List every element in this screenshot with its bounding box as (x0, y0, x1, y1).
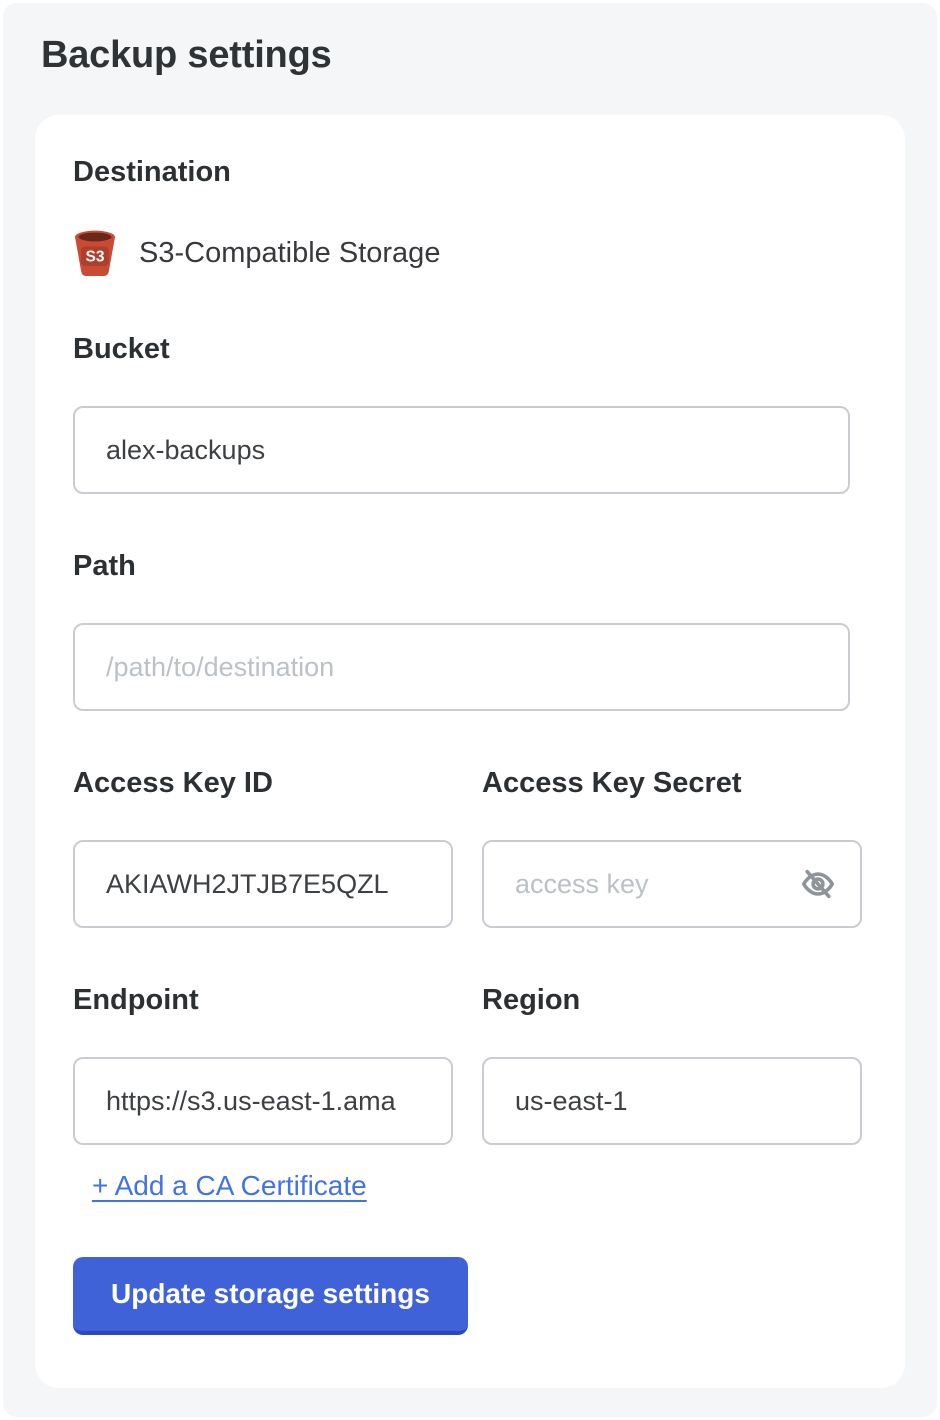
toggle-secret-visibility-button[interactable] (796, 862, 840, 906)
endpoint-region-row: Endpoint Region (73, 983, 862, 1145)
path-input[interactable] (73, 623, 850, 711)
s3-bucket-icon: S3 (73, 229, 117, 277)
bucket-input[interactable] (73, 406, 850, 494)
bucket-label: Bucket (73, 332, 850, 366)
access-key-id-input[interactable] (73, 840, 453, 928)
access-key-id-label: Access Key ID (73, 766, 453, 800)
backup-settings-card: Destination S3 S3-Compatible Storage Buc… (35, 115, 905, 1388)
update-storage-settings-button[interactable]: Update storage settings (73, 1257, 468, 1335)
page-title: Backup settings (41, 33, 937, 77)
endpoint-input[interactable] (73, 1057, 453, 1145)
add-ca-certificate-link[interactable]: + Add a CA Certificate (92, 1169, 367, 1203)
access-key-secret-field (482, 840, 862, 928)
backup-settings-panel: Backup settings Destination S3 S3-Compat… (3, 3, 937, 1417)
eye-off-icon (799, 865, 837, 903)
path-label: Path (73, 549, 850, 583)
destination-value-row: S3 S3-Compatible Storage (73, 229, 850, 277)
region-input[interactable] (482, 1057, 862, 1145)
access-key-secret-label: Access Key Secret (482, 766, 862, 800)
access-key-row: Access Key ID Access Key Secret (73, 766, 862, 928)
destination-label: Destination (73, 155, 850, 189)
destination-value: S3-Compatible Storage (139, 237, 440, 270)
s3-icon-text: S3 (86, 249, 105, 266)
endpoint-label: Endpoint (73, 983, 453, 1017)
region-label: Region (482, 983, 862, 1017)
